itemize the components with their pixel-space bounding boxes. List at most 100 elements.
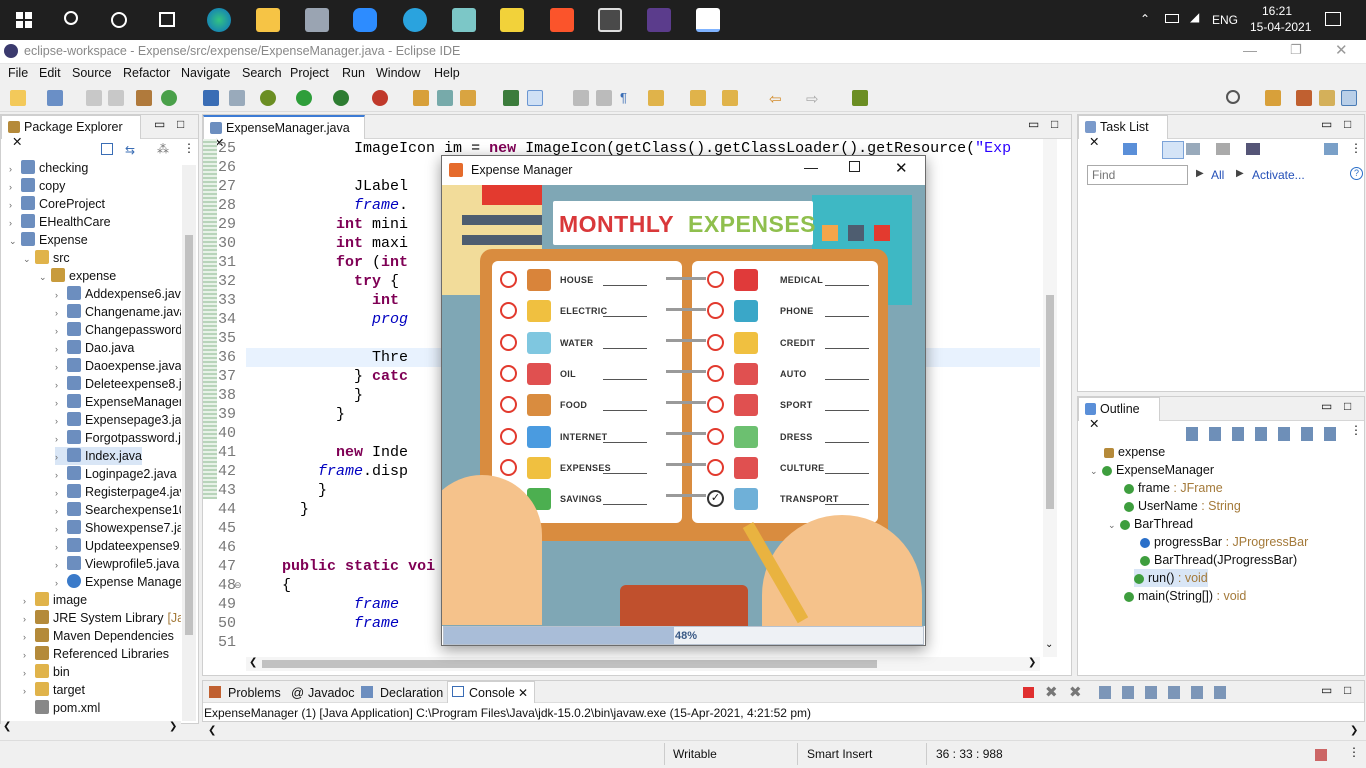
console-actions-icons[interactable] [1099, 686, 1229, 699]
print-icon[interactable] [108, 90, 124, 106]
checkbox[interactable] [707, 333, 724, 351]
chevron-down-icon[interactable]: ⌄ [39, 268, 51, 286]
tab-outline[interactable]: Outline ✕ [1078, 397, 1160, 431]
chevron-right-icon[interactable]: › [23, 592, 35, 610]
save-all-icon[interactable] [86, 90, 102, 106]
chevron-right-icon[interactable]: › [9, 178, 21, 196]
tree-item[interactable]: › Daoexpense.java [55, 357, 181, 375]
collapse-all-icon[interactable] [101, 143, 113, 155]
open-resource-icon[interactable] [437, 90, 453, 106]
open-perspective-icon[interactable] [1265, 90, 1281, 106]
chevron-right-icon[interactable]: › [55, 376, 67, 394]
skip-breakpoints-icon[interactable] [229, 90, 245, 106]
chevron-right-icon[interactable]: › [9, 160, 21, 178]
checkbox[interactable]: ✓ [707, 490, 724, 508]
tree-item[interactable]: › Searchexpense10. [55, 501, 181, 519]
menu-search[interactable]: Search [242, 66, 282, 80]
minimize-icon[interactable]: ▭ [154, 117, 165, 131]
chevron-down-icon[interactable]: ⌄ [1090, 462, 1102, 480]
run-icon[interactable] [296, 90, 312, 106]
checkbox[interactable] [707, 364, 724, 382]
tree-item[interactable]: › Registerpage4.jav [55, 483, 181, 501]
battery-icon[interactable] [1165, 14, 1179, 23]
outline-toolbar-icons[interactable] [1186, 427, 1346, 441]
forward-icon[interactable]: ⇨ [806, 90, 822, 108]
pin-editor-icon[interactable] [852, 90, 868, 106]
chevron-right-icon[interactable]: › [55, 430, 67, 448]
search-icon[interactable] [64, 11, 78, 25]
tree-item[interactable]: ⌄ expense [39, 267, 116, 285]
refresh-icon[interactable] [161, 90, 177, 106]
chevron-right-icon[interactable]: › [55, 304, 67, 322]
tree-item[interactable]: › Changepassword [55, 321, 181, 339]
checkbox[interactable] [500, 271, 517, 288]
chevron-down-icon[interactable]: ⌄ [9, 232, 21, 250]
chevron-right-icon[interactable]: › [55, 556, 67, 574]
outline-item[interactable]: expense [1104, 443, 1165, 461]
maximize-icon[interactable]: □ [177, 117, 184, 131]
dialog-minimize-button[interactable]: — [804, 159, 818, 175]
menu-file[interactable]: File [8, 66, 28, 80]
show-whitespace-icon[interactable] [596, 90, 612, 106]
external-tools-icon[interactable] [372, 90, 388, 106]
checkbox[interactable] [500, 364, 517, 382]
next-annotation-icon[interactable] [648, 90, 664, 106]
remove-all-icon[interactable]: ✖ [1069, 683, 1082, 701]
task-all-link[interactable]: All [1211, 168, 1224, 182]
windows-start-icon[interactable] [16, 12, 32, 28]
play-icon[interactable]: ▶ [1196, 168, 1204, 179]
outline-item[interactable]: BarThread(JProgressBar) [1140, 551, 1297, 569]
zoom-icon[interactable] [353, 8, 377, 32]
chevron-right-icon[interactable]: › [55, 412, 67, 430]
tab-javadoc[interactable]: Javadoc [308, 686, 355, 700]
photos-icon[interactable] [305, 8, 329, 32]
pen-icon[interactable] [460, 90, 476, 106]
view-menu-icon[interactable]: ⋮ [1350, 423, 1362, 437]
chevron-right-icon[interactable]: › [55, 448, 67, 466]
tree-item[interactable]: › CoreProject [9, 195, 105, 213]
menu-navigate[interactable]: Navigate [181, 66, 230, 80]
tree-item[interactable]: › Maven Dependencies [23, 627, 174, 645]
wifi-icon[interactable]: ◢ [1190, 10, 1199, 24]
menu-window[interactable]: Window [376, 66, 420, 80]
package-hscrollbar[interactable]: ❮ ❯ [1, 721, 181, 735]
filters-icon[interactable]: ⁂ [157, 142, 169, 156]
annotation-icon[interactable] [503, 90, 519, 106]
remove-launch-icon[interactable]: ✖ [1045, 683, 1058, 701]
chevron-right-icon[interactable]: › [55, 322, 67, 340]
coverage-icon[interactable] [333, 90, 349, 106]
tree-item[interactable]: › copy [9, 177, 65, 195]
search-toolbar-icon[interactable] [1226, 90, 1240, 104]
dialog-close-button[interactable]: ✕ [895, 159, 908, 177]
task-view-icon[interactable] [159, 12, 175, 27]
java-perspective-icon[interactable] [1341, 90, 1357, 106]
view-menu-icon[interactable]: ⋮ [183, 141, 195, 155]
task-find-input[interactable] [1087, 165, 1188, 185]
chevron-down-icon[interactable]: ⌄ [1108, 516, 1120, 534]
brave-icon[interactable] [550, 8, 574, 32]
outline-item[interactable]: main(String[]) : void [1124, 587, 1246, 605]
menu-project[interactable]: Project [290, 66, 329, 80]
chevron-right-icon[interactable]: › [55, 358, 67, 376]
new-icon[interactable] [10, 90, 26, 106]
dialog-maximize-button[interactable] [849, 161, 860, 172]
chevron-right-icon[interactable]: › [55, 574, 67, 592]
maximize-icon[interactable]: □ [1051, 117, 1058, 131]
maximize-icon[interactable]: □ [1344, 399, 1351, 413]
cortana-icon[interactable] [111, 12, 127, 28]
tree-item[interactable]: › JRE System Library[Java [23, 609, 181, 627]
close-button[interactable]: ✕ [1335, 41, 1348, 59]
tree-item[interactable]: › Addexpense6.java [55, 285, 181, 303]
sync-icon[interactable] [1324, 143, 1338, 155]
menu-source[interactable]: Source [72, 66, 112, 80]
editor-hscrollbar[interactable]: ❮ ❯ [246, 657, 1040, 671]
minimize-icon[interactable]: ▭ [1028, 117, 1039, 131]
tree-item[interactable]: › Expensepage3.jav [55, 411, 181, 429]
edge-icon[interactable] [207, 8, 231, 32]
tree-item[interactable]: › image [23, 591, 87, 609]
chevron-up-icon[interactable]: ⌃ [1140, 12, 1150, 26]
chevron-right-icon[interactable]: › [23, 646, 35, 664]
chevron-down-icon[interactable]: ⌄ [23, 250, 35, 268]
tree-item[interactable]: › Dao.java [55, 339, 134, 357]
checkbox[interactable] [707, 427, 724, 445]
